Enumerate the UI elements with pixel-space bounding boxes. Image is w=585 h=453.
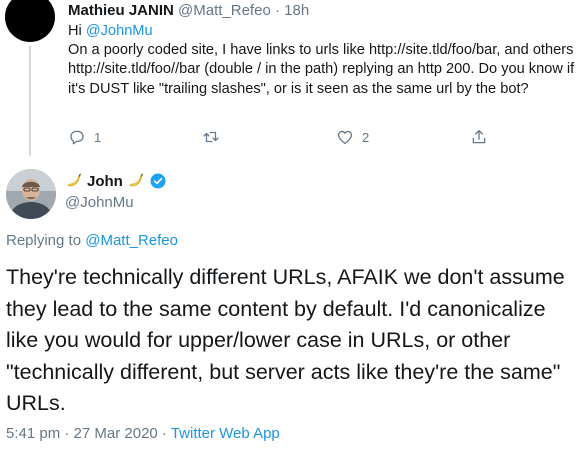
- thread-line: [29, 46, 31, 156]
- reply-icon: [70, 130, 84, 145]
- reply-count: 1: [94, 129, 102, 145]
- author-name-row: John: [65, 172, 167, 190]
- source-app-link[interactable]: Twitter Web App: [171, 425, 280, 442]
- replying-prefix: Replying to: [6, 232, 86, 249]
- tweet-actions: 1 2: [68, 128, 508, 152]
- verified-badge-icon: [150, 173, 166, 189]
- like-count: 2: [362, 129, 370, 145]
- replying-to-link[interactable]: @Matt_Refeo: [85, 232, 178, 249]
- share-icon: [472, 129, 486, 144]
- author-handle[interactable]: @JohnMu: [65, 194, 134, 211]
- tweet-meta: 5:41 pm · 27 Mar 2020 · Twitter Web App: [6, 425, 280, 442]
- tweet-time[interactable]: 18h: [284, 2, 309, 19]
- reply-button[interactable]: 1: [68, 128, 101, 146]
- author-name[interactable]: Mathieu JANIN: [68, 2, 174, 19]
- tweet-text: Hi @JohnMu On a poorly coded site, I hav…: [68, 22, 583, 99]
- text-body: On a poorly coded site, I have links to …: [68, 42, 575, 97]
- banana-icon: [129, 173, 143, 187]
- author-handle[interactable]: @Matt_Refeo: [178, 2, 271, 19]
- text-prefix: Hi: [68, 23, 86, 39]
- author-name[interactable]: John: [87, 173, 123, 190]
- tweet-header: Mathieu JANIN @Matt_Refeo · 18h: [68, 1, 309, 21]
- parent-tweet: Mathieu JANIN @Matt_Refeo · 18h Hi @John…: [0, 0, 585, 160]
- separator: ·: [274, 2, 280, 19]
- replying-to: Replying to @Matt_Refeo: [6, 232, 178, 249]
- like-button[interactable]: 2: [336, 128, 369, 146]
- banana-icon: [67, 173, 81, 187]
- profile-photo: [6, 169, 56, 219]
- retweet-button[interactable]: [202, 128, 228, 146]
- avatar[interactable]: [5, 0, 55, 42]
- mention-link[interactable]: @JohnMu: [86, 23, 153, 39]
- tweet-text: They're technically different URLs, AFAI…: [6, 265, 565, 415]
- retweet-icon: [203, 131, 219, 143]
- heart-icon: [337, 130, 353, 145]
- avatar[interactable]: [6, 169, 56, 219]
- share-button[interactable]: [470, 128, 488, 146]
- tweet-timestamp[interactable]: 5:41 pm · 27 Mar 2020 ·: [6, 425, 171, 442]
